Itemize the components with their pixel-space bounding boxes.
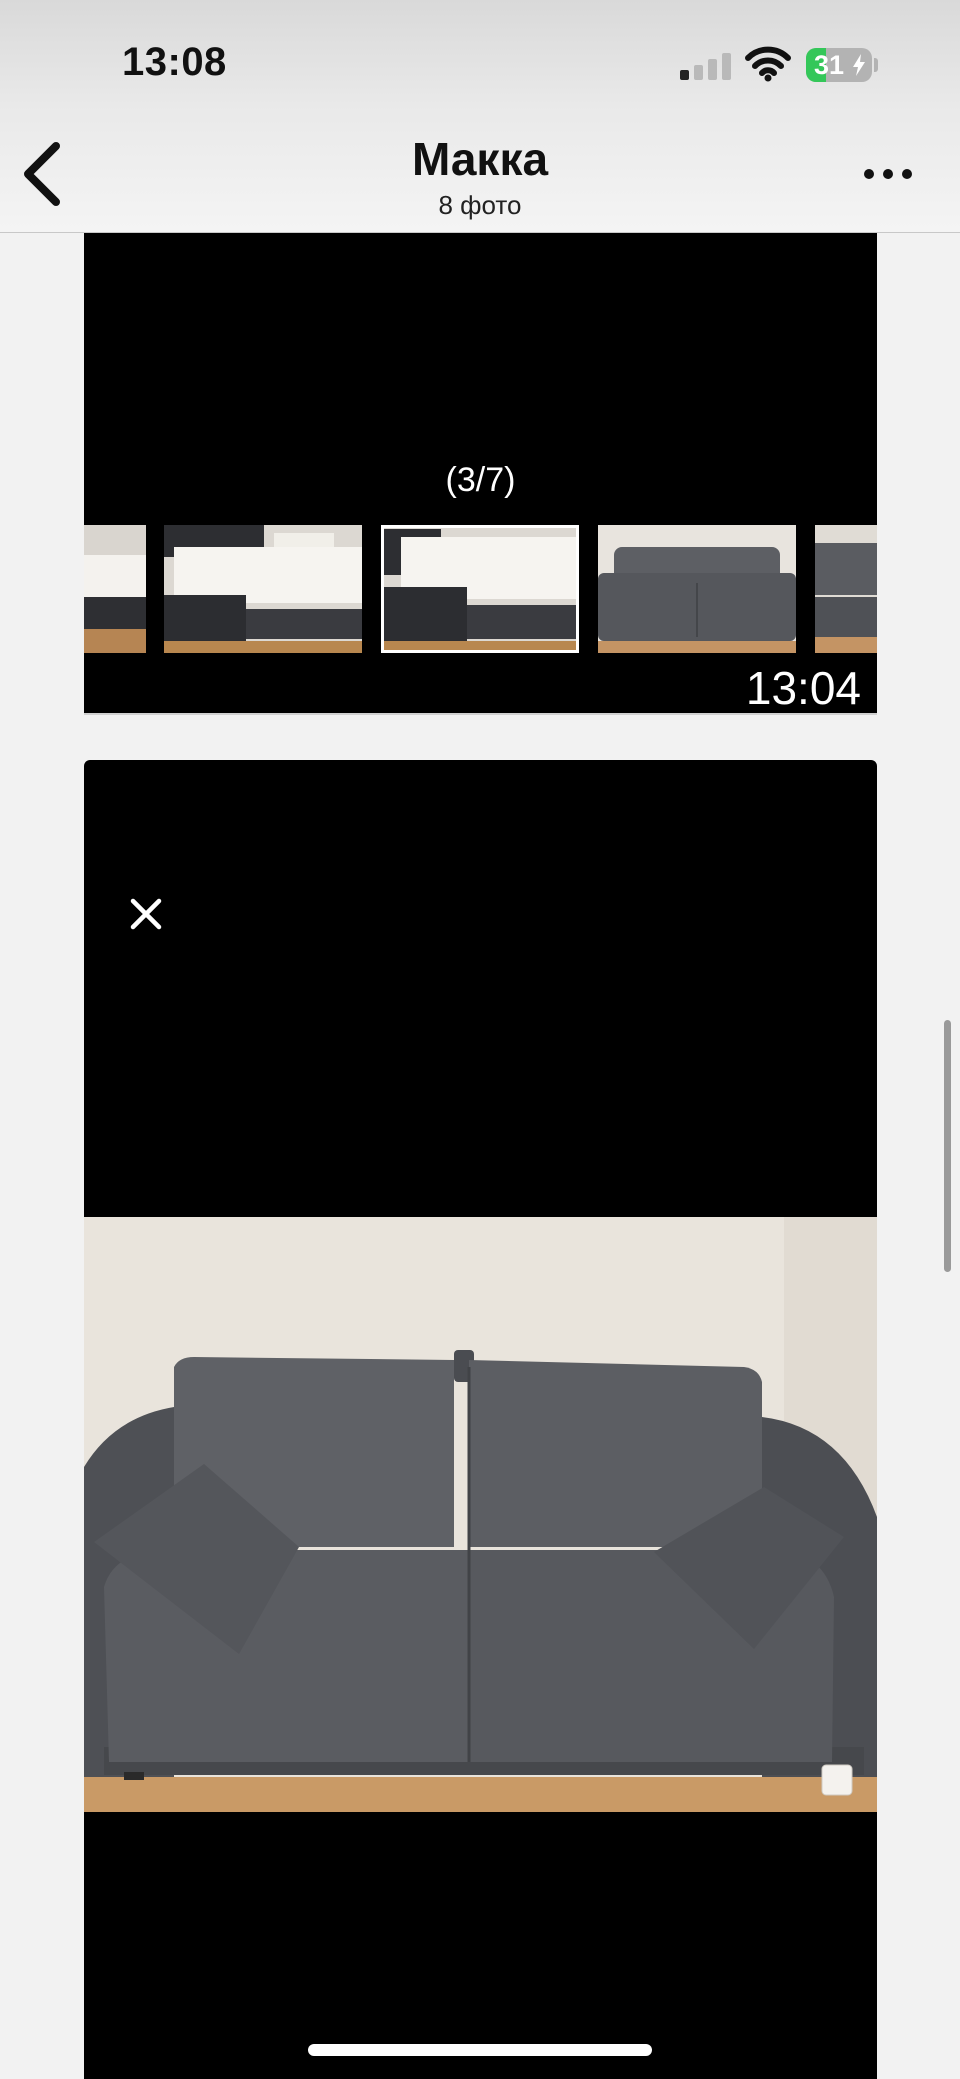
battery-percent: 31 (814, 50, 845, 80)
battery-cap (874, 58, 878, 72)
charging-bolt-icon (853, 54, 865, 76)
photo-timestamp: 13:04 (745, 662, 861, 714)
page-title: Макка (411, 133, 549, 185)
cellular-signal-icon (680, 52, 732, 80)
status-time: 13:08 (122, 40, 227, 84)
home-indicator[interactable] (308, 2044, 652, 2056)
thumbnail-2[interactable] (164, 525, 362, 653)
more-options-button[interactable] (864, 160, 912, 188)
photo-viewer-card (84, 760, 877, 2079)
thumbnail-1[interactable] (84, 525, 146, 653)
thumbnail-3[interactable] (381, 525, 579, 653)
scroll-indicator[interactable] (944, 1020, 951, 1272)
close-button[interactable] (128, 896, 164, 932)
photo-counter: (3/7) (445, 461, 516, 499)
thumbnail-strip (84, 519, 877, 653)
wifi-icon (745, 46, 791, 82)
battery-icon: 31 (806, 48, 872, 82)
ellipsis-icon (864, 169, 874, 179)
thumbnail-4[interactable] (598, 525, 796, 653)
navigation-header: 13:08 31 Макка 8 фото (0, 0, 960, 233)
viewer-screenshot-card[interactable]: (3/7) 13:04 (84, 233, 877, 715)
close-icon (130, 898, 162, 930)
thumbnail-5[interactable] (815, 525, 877, 653)
photo-count: 8 фото (438, 190, 522, 220)
sofa-photo[interactable] (84, 1217, 877, 1812)
